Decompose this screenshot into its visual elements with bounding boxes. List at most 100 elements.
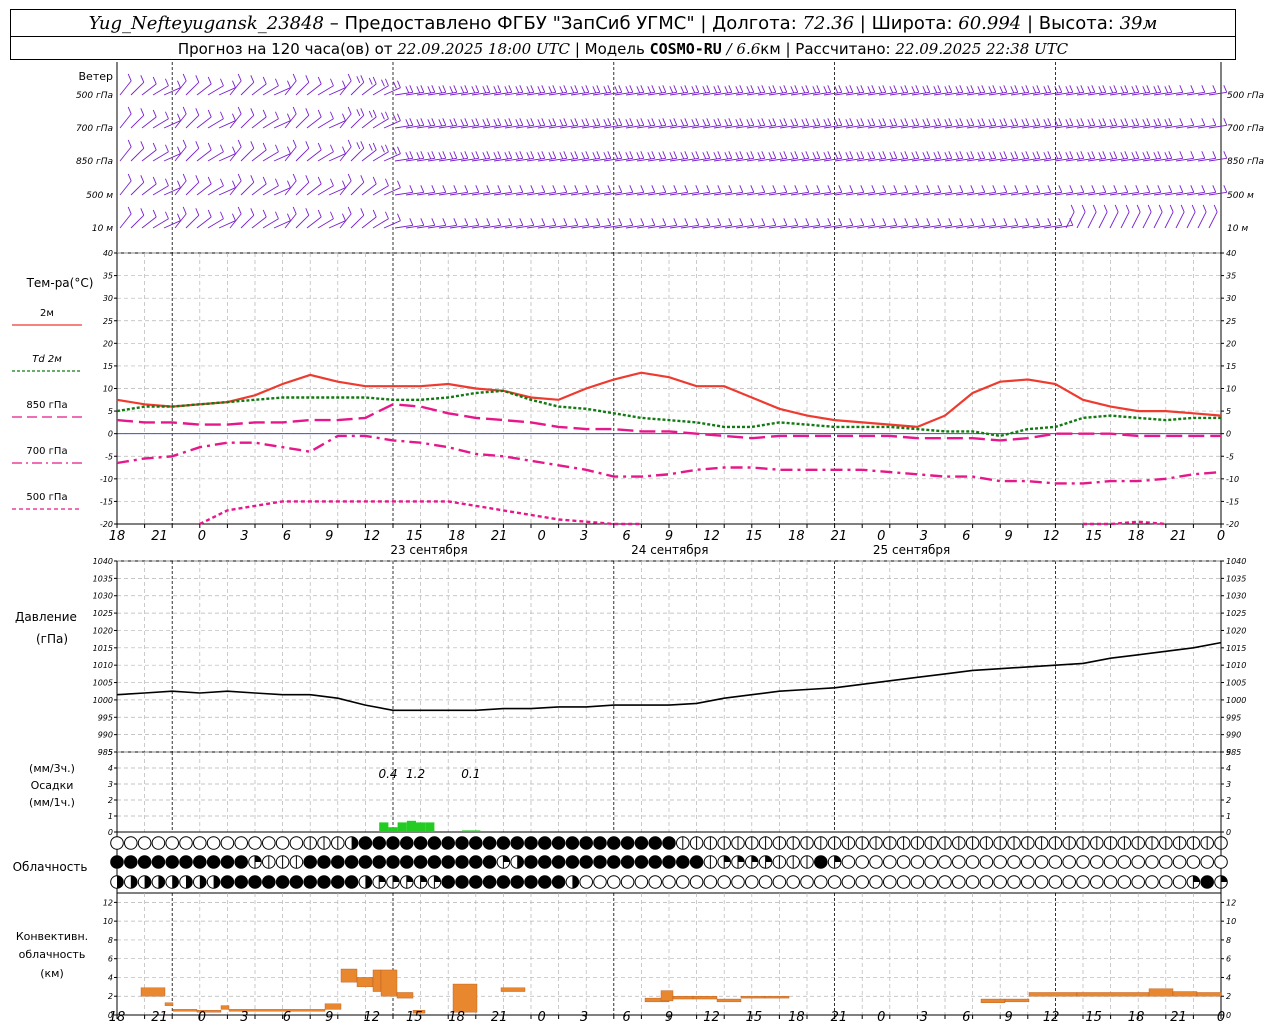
wind-barb-feather xyxy=(519,218,524,226)
x-tick-label: 18 xyxy=(448,1010,465,1024)
cloud-circle xyxy=(234,836,248,850)
x-tick-label: 6 xyxy=(622,1010,630,1024)
wind-barb xyxy=(801,218,821,229)
wind-barb-feather xyxy=(482,119,487,127)
wind-barb xyxy=(614,151,634,162)
wind-barb xyxy=(218,80,236,96)
wind-barb-feather xyxy=(1190,151,1195,159)
wind-barb xyxy=(1043,151,1063,162)
wind-barb xyxy=(680,185,700,196)
wind-barb-staff xyxy=(196,183,212,196)
cloud-circle xyxy=(634,875,649,889)
wind-barb-feather xyxy=(915,151,920,159)
wind-barb-feather xyxy=(305,141,310,149)
wind-barb-feather xyxy=(250,108,255,116)
wind-barb-feather xyxy=(812,119,817,127)
cloud-symbol xyxy=(896,836,911,850)
wind-barb-feather xyxy=(427,152,432,160)
y-tick-label-right: 0 xyxy=(1226,1011,1231,1020)
wind-barb-feather xyxy=(849,218,854,226)
wind-barb-feather xyxy=(999,86,1004,94)
precip-total-label: 0.1 xyxy=(461,767,480,781)
wind-barb xyxy=(1021,218,1041,229)
cloud-symbol xyxy=(1048,836,1063,850)
convective-bar xyxy=(140,987,166,997)
wind-barb xyxy=(328,80,346,96)
wind-barb-feather xyxy=(1131,86,1136,94)
wind-barb xyxy=(1153,204,1163,229)
wind-barb-feather xyxy=(878,152,883,160)
cloud-symbol xyxy=(1103,875,1118,889)
y-tick-label-right: -20 xyxy=(1226,520,1239,529)
cloud-circle xyxy=(206,855,221,869)
wind-barb-feather xyxy=(651,185,656,193)
wind-barb-staff xyxy=(119,80,132,96)
wind-barb-feather xyxy=(372,209,377,218)
wind-barb-feather xyxy=(570,152,575,160)
wind-barb-staff xyxy=(174,80,187,96)
wind-barb xyxy=(295,175,310,196)
wind-barb-feather xyxy=(955,86,960,94)
wind-barb xyxy=(328,180,346,196)
wind-level-label-left: 10 м xyxy=(92,224,113,234)
cloud-symbol xyxy=(344,836,359,850)
wind-barb-feather xyxy=(1202,204,1207,213)
precip-bar xyxy=(462,830,472,832)
cloud-circle xyxy=(772,875,787,889)
wind-barb xyxy=(581,151,601,162)
cloud-symbol xyxy=(455,875,469,889)
cloud-symbol xyxy=(717,875,732,889)
cloud-quarter xyxy=(365,875,372,882)
wind-barb xyxy=(900,151,920,162)
wind-barb-feather xyxy=(220,111,224,119)
cloud-symbol xyxy=(193,855,207,869)
wind-barb-feather xyxy=(827,85,832,93)
wind-barb xyxy=(383,80,401,96)
cloud-circle xyxy=(565,855,580,869)
wind-barb-feather xyxy=(750,85,755,93)
wind-barb xyxy=(1076,85,1096,96)
wind-barb-feather xyxy=(915,85,920,93)
wind-barb-feather xyxy=(427,86,432,94)
wind-barb-staff xyxy=(284,113,297,129)
wind-barb-feather xyxy=(728,218,733,226)
wind-barb-feather xyxy=(724,119,729,127)
wind-barb xyxy=(812,118,832,129)
wind-barb-feather xyxy=(449,86,454,94)
x-tick-label: 9 xyxy=(325,1010,333,1024)
wind-barb-feather xyxy=(1087,152,1092,160)
wind-barb-feather xyxy=(882,218,887,226)
x-tick-label: 12 xyxy=(703,1010,720,1024)
cloud-symbol xyxy=(565,836,580,850)
wind-barb xyxy=(955,85,975,96)
cloud-quarter xyxy=(117,875,124,882)
wind-barb xyxy=(174,106,187,129)
cloud-circle xyxy=(482,875,497,889)
wind-barb xyxy=(284,206,297,229)
cloud-symbol xyxy=(869,875,883,889)
wind-barb xyxy=(1021,118,1041,129)
wind-barb xyxy=(988,118,1008,129)
x-tick-label: 21 xyxy=(491,529,508,544)
wind-barb-feather xyxy=(1131,119,1136,127)
wind-level-label-left: 700 гПа xyxy=(76,124,113,134)
wind-barb-feather xyxy=(625,152,630,160)
wind-barb-feather xyxy=(347,106,352,115)
cloud-circle xyxy=(1034,875,1049,889)
wind-barb xyxy=(460,85,480,96)
wind-barb xyxy=(1186,151,1206,162)
wind-barb-feather xyxy=(783,85,788,93)
wind-barb xyxy=(185,208,200,229)
precip-bar xyxy=(379,822,389,832)
wind-barb xyxy=(1098,185,1118,196)
wind-barb xyxy=(339,106,352,129)
cloud-circle xyxy=(510,875,525,889)
cloud-symbol xyxy=(262,855,276,869)
cloud-symbol xyxy=(510,875,525,889)
cloud-symbol xyxy=(524,855,538,869)
wind-barb-feather xyxy=(385,144,389,152)
wind-barb-feather xyxy=(1025,85,1030,93)
cloud-symbol xyxy=(372,836,387,850)
wind-barb-feather xyxy=(805,185,810,193)
wind-barb-feather xyxy=(948,185,953,193)
